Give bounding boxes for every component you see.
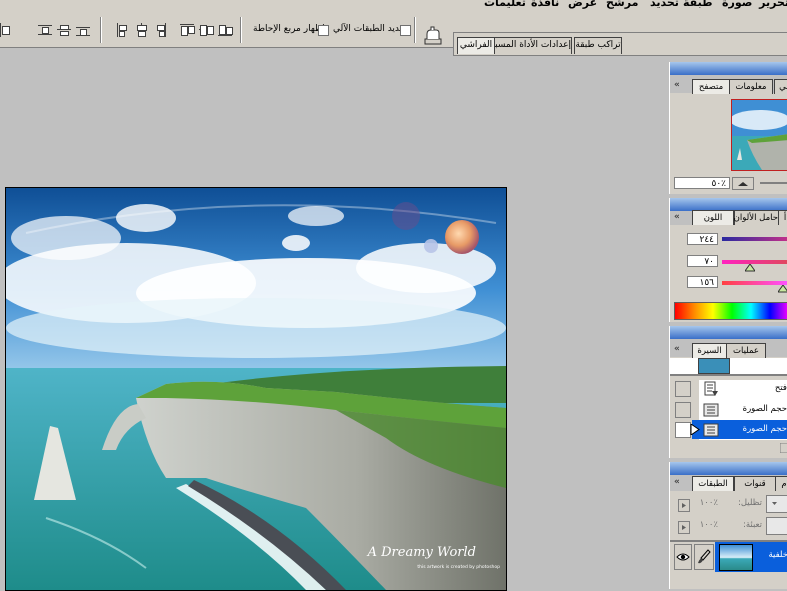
zoom-field-wrap: ٥٠٪	[674, 177, 730, 190]
color-panel-menu-icon[interactable]: «	[674, 212, 680, 222]
distribute-top-icon[interactable]	[38, 23, 52, 37]
navigator-titlebar[interactable]	[670, 62, 787, 75]
auto-select-label: تحديد الطبقات الآلي	[333, 24, 408, 34]
tab-navigator[interactable]: متصفح	[692, 79, 730, 94]
palette-well: تراكب طبقة إعدادات الأداة المسبقة الفراش…	[453, 32, 787, 56]
tab-info[interactable]: معلومات	[729, 79, 773, 94]
layers-titlebar[interactable]	[670, 462, 787, 475]
menu-bar: تحرير صورة طبقة تحديد مرشح عرض نافذة تعل…	[0, 0, 787, 11]
layer-thumbnail	[719, 544, 753, 571]
tool-options-bar: إظهار مربع الإحاطة تحديد الطبقات الآلي ت…	[0, 11, 787, 56]
menu-edit[interactable]: تحرير	[759, 0, 787, 9]
tab-channels[interactable]: قنوات	[734, 476, 776, 491]
menu-help[interactable]: تعليمات	[484, 0, 526, 9]
layer-name[interactable]: خلفية	[755, 550, 787, 560]
layer-visibility-toggle[interactable]	[674, 544, 692, 570]
lock-controls[interactable]	[766, 517, 787, 535]
green-value-field[interactable]: ٧٠	[687, 255, 718, 267]
history-snapshot-row[interactable]	[670, 358, 787, 374]
blend-mode-select[interactable]	[766, 495, 787, 513]
menu-image[interactable]: صورة	[722, 0, 752, 9]
history-item-image-size-1[interactable]: حجم الصورة	[727, 399, 787, 419]
history-scroll-icon[interactable]	[780, 443, 787, 453]
red-slider[interactable]	[722, 237, 787, 241]
align-hcenter-icon[interactable]	[135, 23, 149, 37]
blue-value-field[interactable]: ١٥٦	[687, 276, 718, 288]
history-state-toggle-1[interactable]	[675, 381, 691, 397]
menu-layer[interactable]: طبقة	[683, 0, 712, 9]
layer-link-toggle[interactable]	[694, 544, 714, 570]
watermark-text: A Dreamy World	[367, 545, 476, 560]
fill-value[interactable]: ١٠٠٪	[692, 520, 718, 532]
layers-panel: « م قنوات الطبقات ١٠٠٪ تظليل: ١٠٠٪ تعبئة…	[669, 462, 787, 589]
show-bounding-box-checkbox[interactable]	[318, 25, 329, 36]
history-item-image-size-2[interactable]: حجم الصورة	[727, 419, 787, 439]
tab-actions[interactable]: عمليات	[726, 343, 766, 358]
navigator-thumbnail[interactable]	[731, 99, 787, 171]
layers-panel-menu-icon[interactable]: «	[674, 477, 680, 487]
red-value-field[interactable]: ٢٤٤	[687, 233, 718, 245]
distribute-left-icon[interactable]	[0, 23, 14, 37]
menu-filter[interactable]: مرشح	[606, 0, 638, 9]
align-right-icon[interactable]	[154, 23, 168, 37]
landscape-image: A Dreamy World this artwork is created b…	[6, 188, 506, 590]
snapshot-thumbnail	[698, 358, 730, 374]
history-state-toggle-3[interactable]	[675, 422, 691, 438]
align-bottom-icon[interactable]	[218, 23, 233, 37]
tab-swatches[interactable]: حامل الألوان	[734, 210, 779, 225]
menu-select[interactable]: تحديد	[650, 0, 679, 9]
history-item-open[interactable]: فتح	[727, 378, 787, 398]
fill-stepper[interactable]	[678, 521, 690, 534]
color-ramp[interactable]	[674, 302, 787, 320]
zoom-field[interactable]: ٥٠٪	[674, 177, 730, 189]
open-document-icon	[704, 381, 718, 396]
zoom-out-button[interactable]	[732, 177, 754, 190]
show-bounding-box-label: إظهار مربع الإحاطة	[253, 24, 325, 34]
history-panel-menu-icon[interactable]: «	[674, 344, 680, 354]
document-canvas[interactable]: A Dreamy World this artwork is created b…	[5, 187, 507, 591]
menu-view[interactable]: عرض	[568, 0, 597, 9]
fill-label: تعبئة:	[742, 520, 762, 530]
history-state-pointer-icon[interactable]	[690, 424, 700, 435]
image-size-icon-selected	[703, 423, 719, 437]
brush-icon	[698, 549, 711, 564]
auto-select-checkbox[interactable]	[400, 25, 411, 36]
opacity-label: تظليل:	[737, 498, 762, 508]
align-top-icon[interactable]	[180, 23, 195, 37]
tab-tool-presets[interactable]: إعدادات الأداة المسبقة	[486, 37, 572, 54]
panel-menu-icon[interactable]: «	[674, 80, 680, 90]
eye-icon	[676, 553, 690, 561]
menu-window[interactable]: نافذة	[531, 0, 559, 9]
align-left-icon[interactable]	[116, 23, 130, 37]
distribute-bottom-icon[interactable]	[76, 23, 90, 37]
history-titlebar[interactable]	[670, 326, 787, 339]
navigator-panel: « اني معلومات متصفح ٥٠٪	[669, 62, 787, 194]
layer-row-background[interactable]: خلفية	[715, 542, 787, 572]
tab-history[interactable]: السيرة	[692, 343, 727, 358]
watermark-subtext: this artwork is created by photoshop	[417, 564, 500, 570]
distribute-vcenter-icon[interactable]	[57, 23, 71, 37]
opacity-stepper[interactable]	[678, 499, 690, 512]
green-slider-thumb-icon[interactable]	[745, 264, 755, 272]
tab-brushes[interactable]: الفراشي	[457, 37, 495, 54]
tab-layers[interactable]: الطبقات	[692, 476, 734, 491]
opacity-value[interactable]: ١٠٠٪	[692, 498, 718, 510]
zoom-slider[interactable]	[760, 182, 787, 184]
history-state-toggle-2[interactable]	[675, 402, 691, 418]
tab-tool-presets-brushes[interactable]: تراكب طبقة	[574, 37, 622, 54]
blue-slider-thumb-icon[interactable]	[778, 285, 787, 293]
image-size-icon	[703, 403, 719, 417]
tab-color[interactable]: اللون	[692, 210, 734, 225]
tab-histogram[interactable]: اني	[774, 79, 787, 94]
move-tool-icon[interactable]	[422, 25, 444, 47]
tab-styles[interactable]: أ	[778, 210, 787, 225]
align-vcenter-icon[interactable]	[199, 23, 214, 37]
